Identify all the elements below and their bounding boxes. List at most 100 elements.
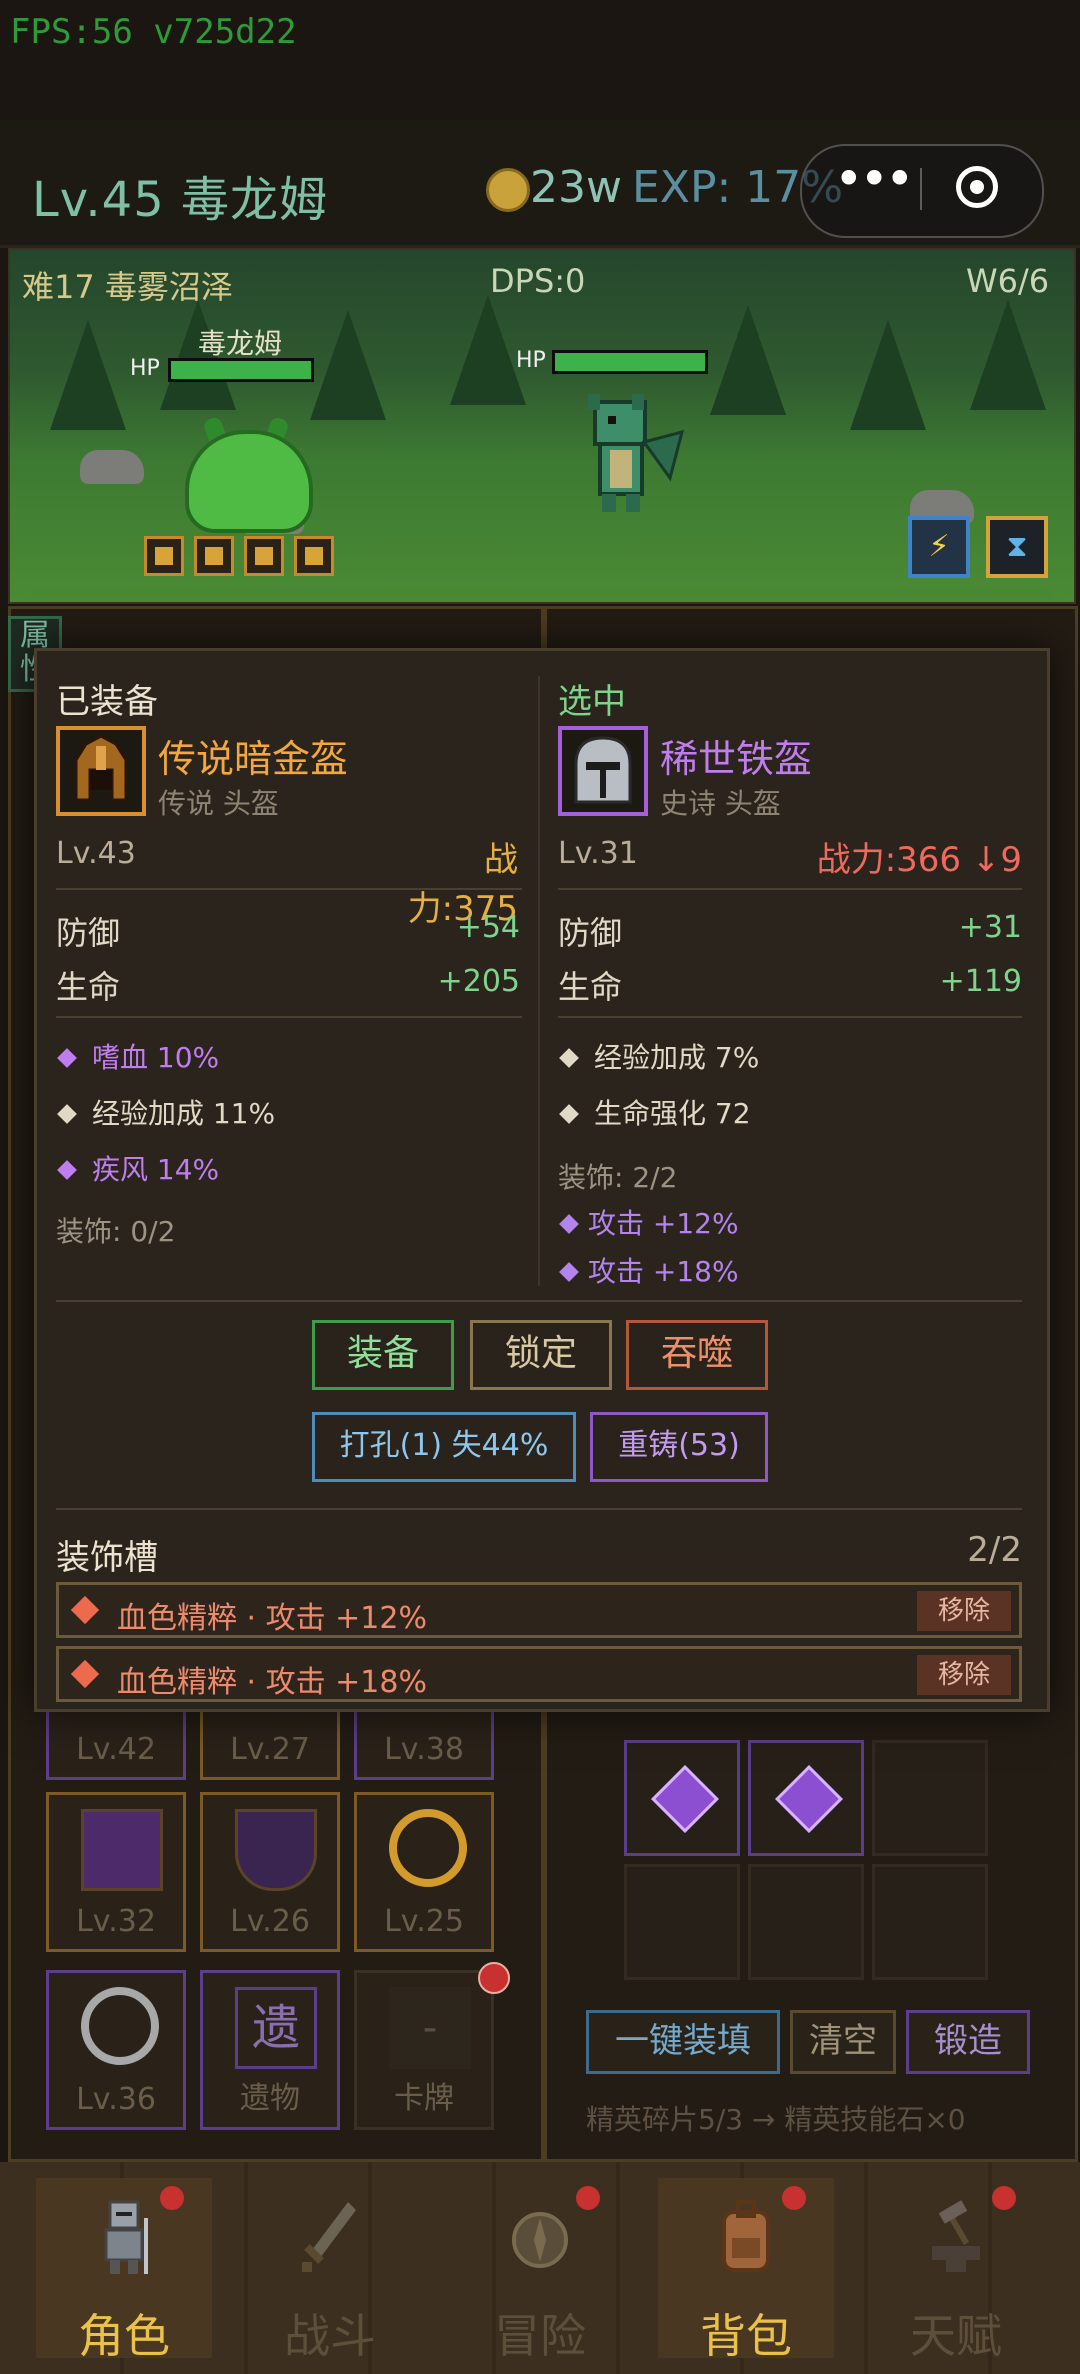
notification-dot bbox=[576, 2186, 600, 2210]
inventory-slot[interactable]: Lv.32 bbox=[46, 1792, 186, 1952]
player-hp-bar bbox=[168, 358, 314, 382]
socket-section-count: 2/2 bbox=[967, 1530, 1022, 1570]
affix-line: 嗜血 10% bbox=[54, 1036, 219, 1076]
nav-tab-backpack[interactable]: 背包 bbox=[658, 2178, 834, 2363]
socket-count-note: 装饰: 0/2 bbox=[56, 1215, 176, 1248]
socket-bonus-line: 攻击 +12% bbox=[558, 1202, 739, 1242]
stat-value: +54 bbox=[456, 910, 520, 945]
affix-diamond-icon bbox=[57, 1048, 77, 1068]
stat-name: 生命 bbox=[558, 968, 623, 1006]
gem-slot[interactable] bbox=[624, 1740, 740, 1856]
player-unit-label: 毒龙姆 bbox=[198, 327, 283, 360]
player-hp-label: HP bbox=[130, 356, 160, 381]
column-divider bbox=[538, 676, 540, 1286]
stat-name: 防御 bbox=[56, 914, 121, 952]
divider bbox=[56, 888, 522, 890]
socket-row-text: 血色精粹 · 攻击 +18% bbox=[117, 1665, 427, 1700]
tree-decoration bbox=[850, 320, 926, 430]
socket-bonus-text: 攻击 +12% bbox=[588, 1207, 739, 1240]
socket-row-text: 血色精粹 · 攻击 +12% bbox=[117, 1601, 427, 1636]
buff-slot bbox=[144, 536, 184, 576]
player-slime-sprite bbox=[185, 430, 313, 533]
nav-tab-adventure[interactable]: 冒险 bbox=[452, 2178, 628, 2363]
inventory-slot[interactable]: Lv.26 bbox=[200, 1792, 340, 1952]
cloak-icon bbox=[81, 1809, 163, 1891]
affix-text: 生命强化 72 bbox=[594, 1097, 751, 1130]
gem-slot-empty[interactable] bbox=[624, 1864, 740, 1980]
socket-count-note: 装饰: 2/2 bbox=[558, 1161, 678, 1194]
affix-diamond-icon bbox=[559, 1104, 579, 1124]
equipped-item-level: Lv.43 bbox=[56, 836, 136, 871]
affix-line: 经验加成 7% bbox=[556, 1036, 759, 1076]
nav-tab-character[interactable]: 角色 bbox=[36, 2178, 212, 2363]
item-level: Lv.26 bbox=[230, 1904, 310, 1939]
enemy-hp-label: HP bbox=[516, 348, 546, 373]
equip-button[interactable]: 装备 bbox=[312, 1320, 454, 1390]
punch-socket-button[interactable]: 打孔(1) 失44% bbox=[312, 1412, 576, 1482]
tree-decoration bbox=[710, 305, 786, 415]
hourglass-button[interactable]: ⧗ bbox=[986, 516, 1048, 578]
card-glyph: - bbox=[389, 1987, 471, 2069]
anvil-hammer-icon bbox=[932, 2200, 980, 2272]
gem-slot-empty[interactable] bbox=[748, 1864, 864, 1980]
inventory-slot[interactable]: Lv.25 bbox=[354, 1792, 494, 1952]
equipped-item-slot bbox=[56, 726, 146, 816]
iron-helmet-icon bbox=[574, 736, 632, 804]
card-label: 卡牌 bbox=[394, 2081, 454, 2116]
enemy-dragon-sprite bbox=[588, 394, 685, 512]
selected-item-slot bbox=[558, 726, 648, 816]
nav-tab-battle[interactable]: 战斗 bbox=[242, 2178, 418, 2363]
notification-dot bbox=[782, 2186, 806, 2210]
close-mini-program-icon[interactable] bbox=[956, 166, 998, 208]
enemy-hp-bar bbox=[552, 350, 708, 374]
stat-value: +119 bbox=[939, 964, 1022, 999]
remove-socket-button[interactable]: 移除 bbox=[917, 1655, 1011, 1695]
lock-button[interactable]: 锁定 bbox=[470, 1320, 612, 1390]
silver-ring-icon bbox=[81, 1987, 159, 2065]
card-slot[interactable]: - 卡牌 bbox=[354, 1970, 494, 2130]
nav-label: 背包 bbox=[700, 2309, 792, 2363]
item-level: Lv.38 bbox=[384, 1732, 464, 1767]
ring-icon bbox=[389, 1809, 467, 1887]
affix-text: 经验加成 11% bbox=[92, 1097, 276, 1130]
clear-button[interactable]: 清空 bbox=[790, 2010, 896, 2074]
buff-slot bbox=[294, 536, 334, 576]
gem-slot-empty[interactable] bbox=[872, 1740, 988, 1856]
notification-dot bbox=[992, 2186, 1016, 2210]
reforge-button[interactable]: 重铸(53) bbox=[590, 1412, 768, 1482]
fill-all-button[interactable]: 一键装填 bbox=[586, 2010, 780, 2074]
item-level: Lv.42 bbox=[76, 1732, 156, 1767]
gem-icon bbox=[651, 1765, 719, 1833]
speed-up-button[interactable]: ⚡ bbox=[908, 516, 970, 578]
buff-slot bbox=[194, 536, 234, 576]
equipped-heading: 已装备 bbox=[56, 682, 158, 722]
affix-line: 经验加成 11% bbox=[54, 1092, 275, 1132]
tree-decoration bbox=[970, 300, 1046, 410]
relic-slot[interactable]: 遗 遗物 bbox=[200, 1970, 340, 2130]
gem-slot[interactable] bbox=[748, 1740, 864, 1856]
affix-text: 经验加成 7% bbox=[594, 1041, 760, 1074]
notification-dot bbox=[478, 1962, 510, 1994]
socket-row: 血色精粹 · 攻击 +18% 移除 bbox=[56, 1646, 1022, 1702]
nav-tab-talent[interactable]: 天赋 bbox=[868, 2178, 1044, 2363]
equipped-item-type: 传说 头盔 bbox=[158, 787, 279, 820]
player-level-name: Lv.45 毒龙姆 bbox=[32, 172, 329, 228]
sword-icon bbox=[302, 2202, 356, 2272]
tree-decoration bbox=[50, 320, 126, 430]
remove-socket-button[interactable]: 移除 bbox=[917, 1591, 1011, 1631]
ruby-gem-icon bbox=[70, 1595, 100, 1625]
inventory-slot[interactable]: Lv.36 bbox=[46, 1970, 186, 2130]
socket-row: 血色精粹 · 攻击 +12% 移除 bbox=[56, 1582, 1022, 1638]
capsule-divider bbox=[920, 168, 922, 210]
devour-button[interactable]: 吞噬 bbox=[626, 1320, 768, 1390]
compass-icon bbox=[512, 2212, 568, 2268]
ruby-gem-icon bbox=[70, 1659, 100, 1689]
rock-decoration bbox=[80, 450, 144, 484]
stat-value: +31 bbox=[958, 910, 1022, 945]
affix-diamond-icon bbox=[559, 1048, 579, 1068]
gem-slot-empty[interactable] bbox=[872, 1864, 988, 1980]
forge-button[interactable]: 锻造 bbox=[906, 2010, 1030, 2074]
player-hp-fill bbox=[171, 361, 311, 379]
more-menu-icon[interactable]: ••• bbox=[834, 150, 915, 208]
selected-item-type: 史诗 头盔 bbox=[660, 787, 781, 820]
